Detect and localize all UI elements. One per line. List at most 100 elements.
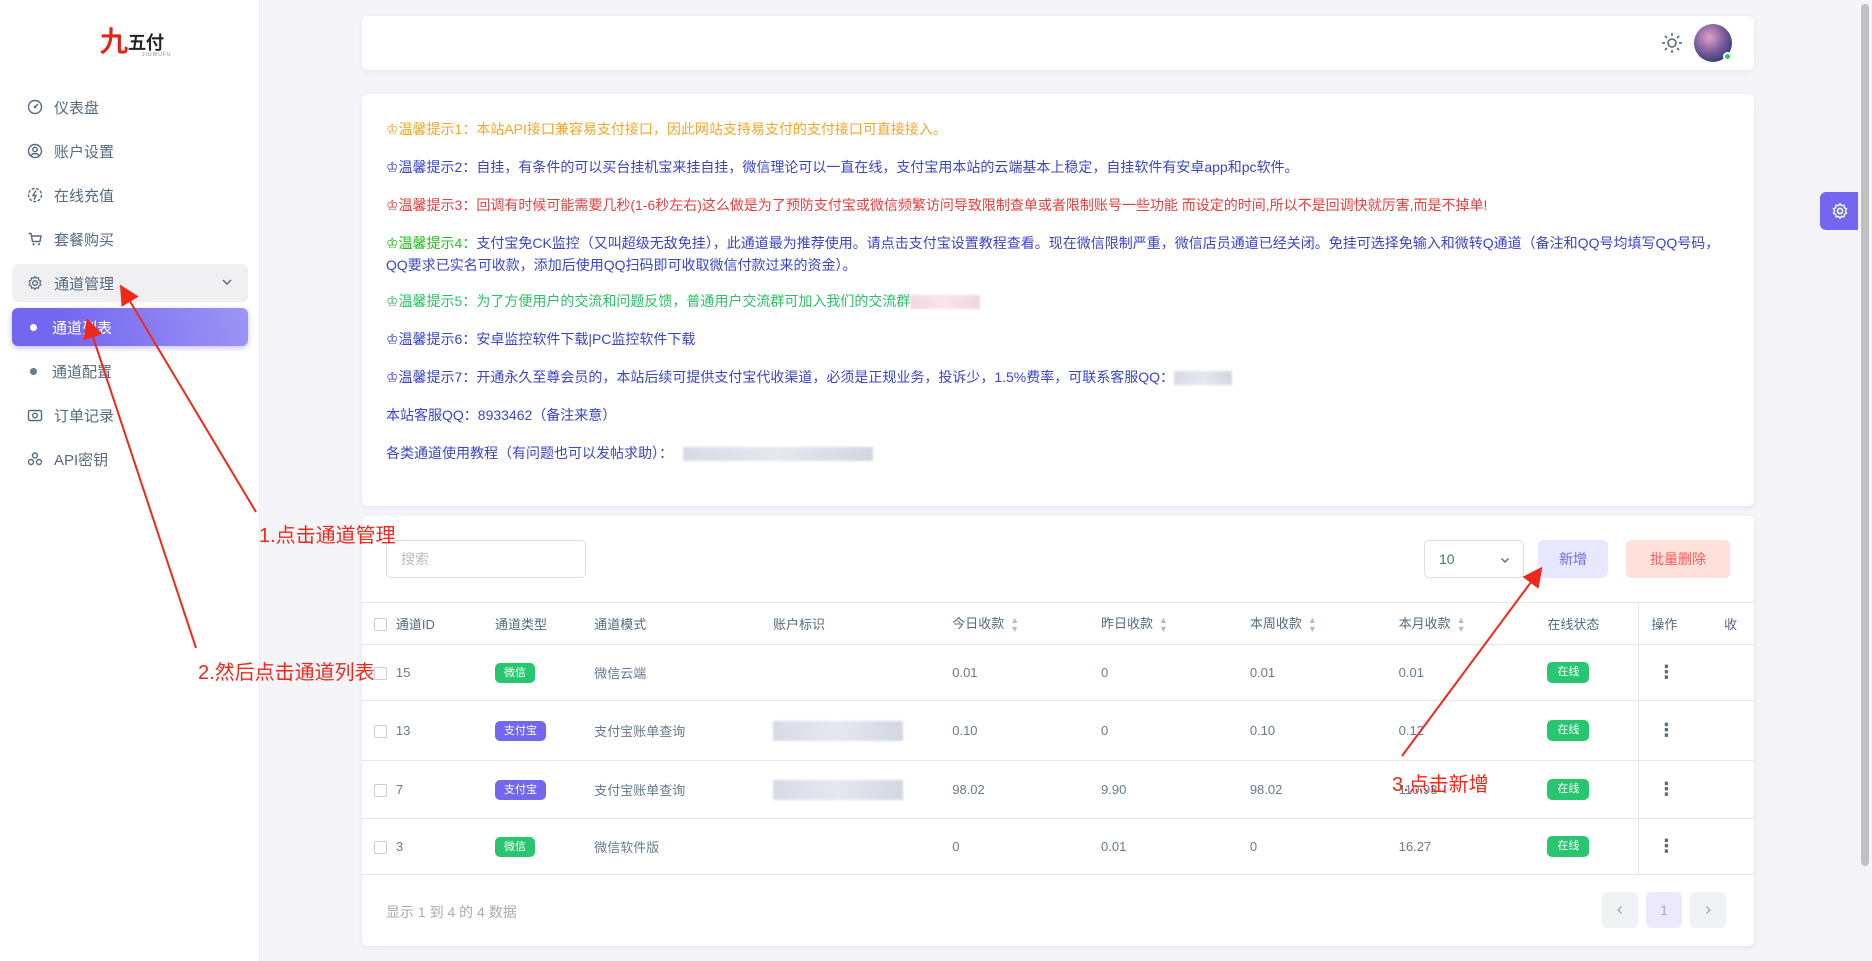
sidebar-item-account[interactable]: 账户设置 <box>12 132 248 170</box>
sidebar-item-label: 通道配置 <box>52 363 113 381</box>
sidebar-item-channel-list[interactable]: 通道列表 <box>12 308 248 346</box>
notice-line: ♔温馨提示7：开通永久至尊会员的，本站后续可提供支付宝代收渠道，必须是正规业务，… <box>386 366 1730 388</box>
theme-customizer-button[interactable] <box>1820 192 1860 230</box>
annotation-step3: 3.点击新增 <box>1392 774 1489 796</box>
notice-line-4: ♔温馨提示4：支付宝免CK监控（又叫超级无敌免挂），此通道最为推荐使用。请点击支… <box>386 232 1730 276</box>
key-icon <box>26 450 44 468</box>
cell-channel-id: 13 <box>395 700 495 761</box>
channel-type-badge: 微信 <box>494 836 535 857</box>
row-checkbox[interactable] <box>374 725 387 739</box>
sidebar-item-label: 仪表盘 <box>54 99 100 117</box>
channel-type-badge: 支付宝 <box>494 720 546 741</box>
topbar <box>362 16 1754 70</box>
logo-mark: 九 <box>100 25 129 58</box>
sidebar-item-channel-config[interactable]: 通道配置 <box>12 352 248 390</box>
column-header: 通道ID <box>395 602 495 645</box>
prev-page-button[interactable] <box>1602 892 1638 928</box>
sidebar-item-package[interactable]: 套餐购买 <box>12 220 248 258</box>
annotation-step1: 1.点击通道管理 <box>259 525 396 547</box>
sidebar-menu: 仪表盘 账户设置 在线充值 套餐购买 通道管理 通道列表 通道配置 订单记录 A… <box>12 88 248 484</box>
column-header-sortable[interactable]: 本周收款 ▲ ▼ <box>1249 602 1399 645</box>
column-header: 通道类型 <box>494 602 595 645</box>
page-size-select[interactable]: 10 <box>1424 540 1524 578</box>
support-qq: 本站客服QQ：8933462（备注来意） <box>386 407 617 423</box>
table-row[interactable]: 7 支付宝 支付宝账单查询 98.02 9.90 98.02 110.93 在线 ⋮ <box>362 760 1754 819</box>
page-number-button[interactable]: 1 <box>1646 892 1682 928</box>
redacted-account <box>772 779 903 800</box>
sidebar-item-channel-management[interactable]: 通道管理 <box>12 264 248 302</box>
online-status-badge: 在线 <box>1547 836 1590 857</box>
sidebar-item-recharge[interactable]: 在线充值 <box>12 176 248 214</box>
column-header: 通道模式 <box>594 602 773 645</box>
cell-channel-id: 15 <box>395 644 495 701</box>
row-checkbox[interactable] <box>374 667 387 681</box>
scrollbar-thumb[interactable] <box>1861 4 1869 866</box>
notice-line: 各类通道使用教程（有问题也可以发帖求助）： <box>386 442 1730 464</box>
sort-icon: ▲ ▼ <box>1307 614 1317 634</box>
table-row[interactable]: 15 微信 微信云端 0.01 0 0.01 0.01 在线 ⋮ <box>362 644 1754 701</box>
cell-today: 0 <box>952 818 1102 875</box>
cell-month: 0.01 <box>1398 644 1548 701</box>
camera-icon <box>26 406 44 424</box>
row-checkbox[interactable] <box>374 841 387 855</box>
notice-line[interactable]: ♔温馨提示6：安卓监控软件下载|PC监控软件下载 <box>386 328 1730 350</box>
cell-month: 16.27 <box>1398 818 1548 875</box>
download-links[interactable]: ♔温馨提示6：安卓监控软件下载|PC监控软件下载 <box>386 331 695 347</box>
table-row[interactable]: 13 支付宝 支付宝账单查询 0.10 0 0.10 0.12 在线 ⋮ <box>362 700 1754 761</box>
more-actions-icon[interactable]: ⋮ <box>1657 836 1675 856</box>
notice-line-4-body: 支付宝免CK监控（又叫超级无敌免挂），此通道最为推荐使用。请点击支付宝设置教程查… <box>386 235 1720 273</box>
sidebar-item-label: API密钥 <box>54 451 109 469</box>
more-actions-icon[interactable]: ⋮ <box>1657 779 1675 799</box>
cell-yesterday: 0 <box>1101 700 1250 761</box>
sidebar-item-dashboard[interactable]: 仪表盘 <box>12 88 248 126</box>
chevron-left-icon <box>1617 906 1622 914</box>
page-scrollbar[interactable] <box>1858 0 1872 961</box>
channel-type-badge: 支付宝 <box>494 779 546 800</box>
cell-week: 0.10 <box>1249 700 1399 761</box>
table-row[interactable]: 3 微信 微信软件版 0 0.01 0 16.27 在线 ⋮ <box>362 818 1754 875</box>
more-actions-icon[interactable]: ⋮ <box>1657 720 1675 740</box>
online-status-badge: 在线 <box>1547 720 1590 741</box>
sidebar-item-orders[interactable]: 订单记录 <box>12 396 248 434</box>
row-checkbox[interactable] <box>374 784 387 798</box>
sidebar-item-label: 在线充值 <box>54 187 115 205</box>
column-header-sortable[interactable]: 昨日收款 ▲ ▼ <box>1101 602 1250 645</box>
page-size-value: 10 <box>1439 551 1455 567</box>
search-input[interactable] <box>386 540 586 578</box>
cell-week: 0.01 <box>1249 644 1399 701</box>
redacted-link[interactable] <box>683 447 873 462</box>
cell-week: 98.02 <box>1249 760 1399 819</box>
bullet-icon <box>30 367 37 375</box>
cell-channel-mode: 微信软件版 <box>594 818 773 875</box>
column-header-sortable[interactable]: 本月收款 ▲ ▼ <box>1398 602 1548 645</box>
next-page-button[interactable] <box>1690 892 1726 928</box>
recharge-icon <box>26 186 44 204</box>
sidebar-item-label: 通道管理 <box>54 275 115 293</box>
select-all-checkbox[interactable] <box>374 618 387 632</box>
avatar[interactable] <box>1694 24 1732 62</box>
cell-channel-id: 7 <box>395 760 495 819</box>
redacted-block <box>910 295 981 310</box>
column-header-sortable[interactable]: 今日收款 ▲ ▼ <box>952 602 1102 645</box>
add-button[interactable]: 新增 <box>1538 540 1608 578</box>
sidebar-item-label: 账户设置 <box>54 143 115 161</box>
gear-icon <box>1832 202 1848 220</box>
batch-delete-button[interactable]: 批量删除 <box>1626 540 1730 578</box>
logo-subtext: JIUWUFU <box>142 52 172 58</box>
logo[interactable]: 九 五付 JIUWUFU <box>100 22 172 62</box>
chevron-down-icon <box>1499 553 1511 569</box>
column-header-label: 本周收款 <box>1249 616 1302 632</box>
column-header-label: 今日收款 <box>952 616 1005 632</box>
more-actions-icon[interactable]: ⋮ <box>1657 662 1675 682</box>
sun-icon[interactable] <box>1660 31 1684 55</box>
gauge-icon <box>26 98 44 116</box>
cell-channel-id: 3 <box>395 818 495 875</box>
column-header-label: 昨日收款 <box>1101 616 1154 632</box>
sidebar-item-api-key[interactable]: API密钥 <box>12 440 248 478</box>
cell-channel-mode: 微信云端 <box>594 644 773 701</box>
column-header: 操作 <box>1638 602 1725 645</box>
table-footer-info: 显示 1 到 4 的 4 数据 <box>386 904 517 920</box>
cell-today: 0.10 <box>952 700 1102 761</box>
settings-icon <box>26 274 44 292</box>
notice-line: ♔温馨提示3：回调有时候可能需要几秒(1-6秒左右)这么做是为了预防支付宝或微信… <box>386 197 1488 213</box>
